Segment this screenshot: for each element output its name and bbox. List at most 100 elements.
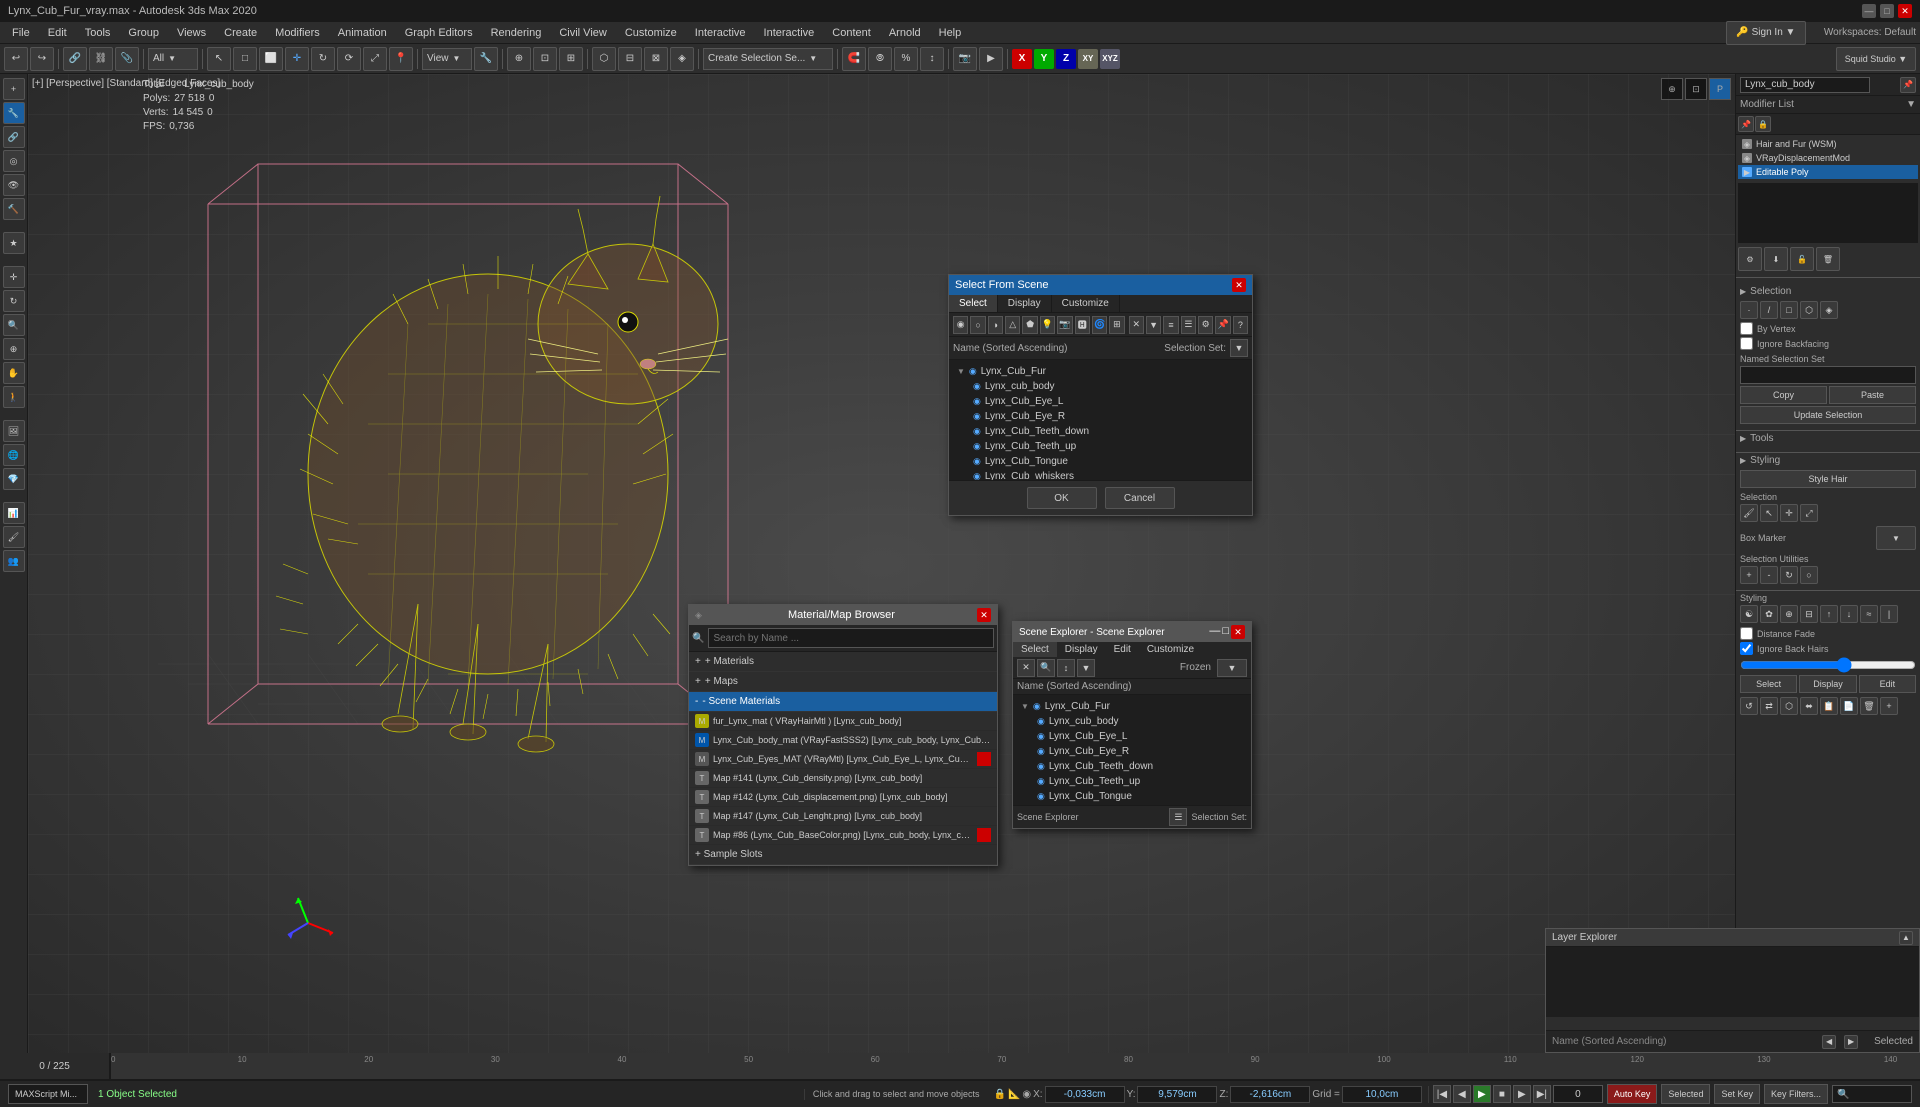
sfs-filter-btn[interactable]: ▼ <box>1146 316 1161 334</box>
next-key-btn[interactable]: ▶| <box>1533 1085 1551 1103</box>
window-controls[interactable]: — □ ✕ <box>1862 4 1912 18</box>
modifier-remove-btn[interactable]: 🗑 <box>1816 247 1840 271</box>
sfs-config-btn[interactable]: ⚙ <box>1198 316 1213 334</box>
se-maximize-btn[interactable]: □ <box>1222 625 1229 639</box>
maxscript-button[interactable]: MAXScript Mi... <box>8 1084 88 1104</box>
move-button[interactable]: ✛ <box>285 47 309 71</box>
material-browser-dialog[interactable]: ◈ Material/Map Browser ✕ 🔍 + + Materials… <box>688 604 998 866</box>
pin-modifier-btn[interactable]: 📌 <box>1738 116 1754 132</box>
pull-btn[interactable]: ↑ <box>1820 605 1838 623</box>
mat-browser-close[interactable]: ✕ <box>977 608 991 622</box>
se-frozen-dropdown[interactable]: ▼ <box>1217 659 1247 677</box>
display-panel-btn[interactable]: 👁 <box>3 174 25 196</box>
menu-tools[interactable]: Tools <box>77 25 119 41</box>
populate-btn[interactable]: 👥 <box>3 550 25 572</box>
mat-item-1[interactable]: M Lynx_Cub_body_mat (VRayFastSSS2) [Lynx… <box>689 731 997 750</box>
axis-x-button[interactable]: X <box>1012 49 1032 69</box>
auto-key-button[interactable]: Auto Key <box>1607 1084 1658 1104</box>
prev-frame-btn[interactable]: ◀ <box>1453 1085 1471 1103</box>
mod-editable-poly[interactable]: ▶ Editable Poly <box>1738 165 1918 179</box>
se-expand-btn[interactable]: ▼ <box>1077 659 1095 677</box>
play-btn[interactable]: ▶ <box>1473 1085 1491 1103</box>
se-tree-item-lynx-fur[interactable]: ▼ ◉ Lynx_Cub_Fur <box>1017 699 1247 714</box>
menu-civil-view[interactable]: Civil View <box>551 25 614 41</box>
ref-coord-button[interactable]: 🔧 <box>474 47 498 71</box>
sfs-spacewarps-btn[interactable]: 🌀 <box>1092 316 1107 334</box>
scale-hair-btn[interactable]: ⤢ <box>1800 504 1818 522</box>
delete-btn[interactable]: 🗑 <box>1860 697 1878 715</box>
align-button[interactable]: ⊟ <box>618 47 642 71</box>
se-tree-item-lynx-eye-r[interactable]: ◉ Lynx_Cub_Eye_R <box>1017 744 1247 759</box>
modifier-collapse-btn[interactable]: ⬇ <box>1764 247 1788 271</box>
modifier-configure-btn[interactable]: ⚙ <box>1738 247 1762 271</box>
tree-item-lynx-tongue[interactable]: ◉ Lynx_Cub_Tongue <box>953 454 1248 469</box>
normal-align-button[interactable]: ⊠ <box>644 47 668 71</box>
sfs-ok-button[interactable]: OK <box>1027 487 1097 509</box>
motion-panel-btn[interactable]: ◎ <box>3 150 25 172</box>
mat-item-2[interactable]: M Lynx_Cub_Eyes_MAT (VRayMtl) [Lynx_Cub_… <box>689 750 997 769</box>
recomb-btn[interactable]: ⇄ <box>1760 697 1778 715</box>
material-editor-btn[interactable]: 💎 <box>3 468 25 490</box>
tree-item-lynx-teeth-up[interactable]: ◉ Lynx_Cub_Teeth_up <box>953 439 1248 454</box>
menu-rendering[interactable]: Rendering <box>483 25 550 41</box>
se-tree-item-lynx-tongue[interactable]: ◉ Lynx_Cub_Tongue <box>1017 789 1247 804</box>
pin-stack-btn[interactable]: 📌 <box>1900 77 1916 93</box>
le-left-btn[interactable]: ◀ <box>1822 1035 1836 1049</box>
mat-search-input[interactable] <box>708 628 994 648</box>
add-btn[interactable]: + <box>1880 697 1898 715</box>
axis-xy-button[interactable]: XY <box>1078 49 1098 69</box>
paste-button[interactable]: Paste <box>1829 386 1916 404</box>
percent-snap-button[interactable]: % <box>894 47 918 71</box>
se-filter-btn[interactable]: 🔍 <box>1037 659 1055 677</box>
menu-help[interactable]: Help <box>931 25 970 41</box>
mat-materials-section[interactable]: + + Materials <box>689 652 997 672</box>
select-transform-button[interactable]: ⊞ <box>559 47 583 71</box>
squid-studio-button[interactable]: Squid Studio ▼ <box>1836 47 1916 71</box>
viewport[interactable]: [+] [Perspective] [Standard] [Edged Face… <box>28 74 1735 1053</box>
se-close-x-btn[interactable]: ✕ <box>1017 659 1035 677</box>
menu-scripting[interactable]: Interactive <box>687 25 754 41</box>
ignore-backfacing-checkbox[interactable] <box>1740 337 1753 350</box>
menu-create[interactable]: Create <box>216 25 265 41</box>
next-frame-btn[interactable]: ▶ <box>1513 1085 1531 1103</box>
border-sel-btn[interactable]: □ <box>1780 301 1798 319</box>
zoom-btn[interactable]: 🔍 <box>3 314 25 336</box>
menu-modifiers[interactable]: Modifiers <box>267 25 328 41</box>
stand-btn[interactable]: | <box>1880 605 1898 623</box>
grow-btn[interactable]: + <box>1740 566 1758 584</box>
select-from-scene-close[interactable]: ✕ <box>1232 278 1246 292</box>
sfs-shapes-btn[interactable]: ⬟ <box>1022 316 1037 334</box>
tree-item-lynx-teeth-down[interactable]: ◉ Lynx_Cub_Teeth_down <box>953 424 1248 439</box>
axis-y-button[interactable]: Y <box>1034 49 1054 69</box>
sfs-none-btn[interactable]: ○ <box>970 316 985 334</box>
mat-maps-section[interactable]: + + Maps <box>689 672 997 692</box>
select-mode-dropdown[interactable]: All▼ <box>148 48 198 70</box>
sfs-tab-customize[interactable]: Customize <box>1052 295 1120 312</box>
tree-item-lynx-body[interactable]: ◉ Lynx_cub_body <box>953 379 1248 394</box>
spinner-snap-button[interactable]: ↕ <box>920 47 944 71</box>
element-sel-btn[interactable]: ◈ <box>1820 301 1838 319</box>
sfs-close2-btn[interactable]: ✕ <box>1129 316 1144 334</box>
frizz-btn[interactable]: ✿ <box>1760 605 1778 623</box>
modifier-make-unique-btn[interactable]: 🔓 <box>1790 247 1814 271</box>
schematic-view-btn[interactable]: 📊 <box>3 502 25 524</box>
prev-key-btn[interactable]: |◀ <box>1433 1085 1451 1103</box>
se-sel-set-icon[interactable]: ☰ <box>1169 808 1187 826</box>
utilities-panel-btn[interactable]: 🔨 <box>3 198 25 220</box>
clump-btn[interactable]: ⊕ <box>1780 605 1798 623</box>
environment-btn[interactable]: 🌐 <box>3 444 25 466</box>
menu-views[interactable]: Views <box>169 25 214 41</box>
tree-item-lynx-fur-group[interactable]: ▼ ◉ Lynx_Cub_Fur <box>953 364 1248 379</box>
select-window-button[interactable]: ⬜ <box>259 47 283 71</box>
tree-item-lynx-whiskers[interactable]: ◉ Lynx_Cub_whiskers <box>953 469 1248 480</box>
menu-animation[interactable]: Animation <box>330 25 395 41</box>
rotate-button[interactable]: ↻ <box>311 47 335 71</box>
scene-explorer-dialog[interactable]: Scene Explorer - Scene Explorer — □ ✕ Se… <box>1012 621 1252 829</box>
sfs-all-btn[interactable]: ◉ <box>953 316 968 334</box>
minimize-button[interactable]: — <box>1862 4 1876 18</box>
menu-interactive[interactable]: Interactive <box>756 25 823 41</box>
brush-btn[interactable]: 🖌 <box>1740 504 1758 522</box>
select-hair-btn[interactable]: ↖ <box>1760 504 1778 522</box>
flatten-btn[interactable]: ⊟ <box>1800 605 1818 623</box>
frame-input[interactable] <box>1553 1085 1603 1103</box>
